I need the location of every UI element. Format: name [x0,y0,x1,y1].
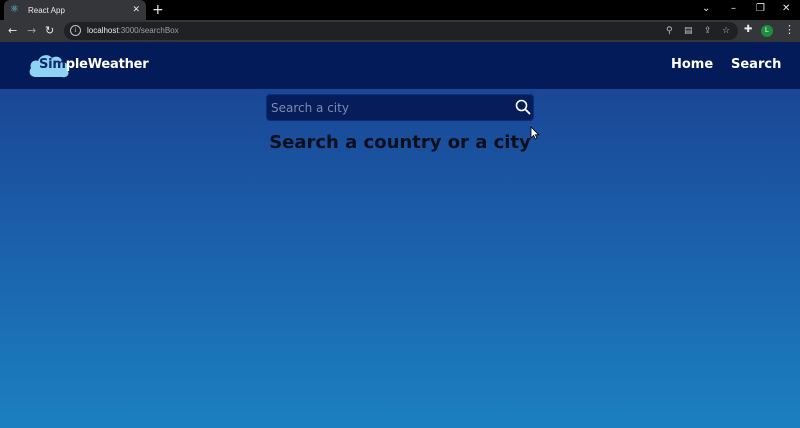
browser-menu-icon[interactable]: ⋮ [784,23,795,37]
translate-icon[interactable]: ▤ [684,24,693,38]
browser-tab[interactable]: ⚛ React App ✕ [4,0,146,20]
share-icon[interactable]: ⇪ [704,24,712,38]
forward-icon[interactable]: → [27,23,36,39]
tab-search-icon[interactable]: ⌄ [702,2,710,16]
nav-home-link[interactable]: Home [671,56,713,74]
city-search-input[interactable] [271,98,507,118]
app-logo[interactable]: SimpleWeather [28,51,158,79]
logo-text: SimpleWeather [39,57,149,72]
search-icon[interactable] [515,99,531,115]
site-info-icon[interactable]: i [70,25,81,36]
minimize-icon[interactable]: – [731,2,736,16]
tab-close-icon[interactable]: ✕ [132,5,140,15]
profile-avatar[interactable]: L [761,25,773,37]
city-search-box [266,94,534,121]
reload-icon[interactable]: ↻ [45,23,54,39]
restore-icon[interactable]: ❐ [756,2,765,16]
react-favicon-icon: ⚛ [10,4,19,15]
nav-search-link[interactable]: Search [731,56,781,74]
browser-toolbar: ← → ↻ i localhost:3000/searchBox ⚲ ▤ ⇪ ☆… [0,20,800,42]
new-tab-icon[interactable]: + [152,2,164,18]
bookmark-star-icon[interactable]: ☆ [722,24,730,38]
tab-title: React App [28,5,65,15]
browser-tab-strip: ⚛ React App ✕ + ⌄ – ❐ ✕ [0,0,800,20]
mouse-cursor-icon [530,126,540,140]
location-icon[interactable]: ⚲ [666,24,673,38]
back-icon[interactable]: ← [8,23,17,39]
page-heading: Search a country or a city [269,132,531,153]
page-viewport: SimpleWeather Home Search Search a count… [0,42,800,428]
extensions-icon[interactable]: ✚ [744,23,752,37]
url-text: localhost:3000/searchBox [87,26,179,35]
address-bar[interactable]: i localhost:3000/searchBox ⚲ ▤ ⇪ ☆ [64,22,738,40]
app-navbar: SimpleWeather Home Search [0,42,800,89]
window-close-icon[interactable]: ✕ [782,2,790,16]
